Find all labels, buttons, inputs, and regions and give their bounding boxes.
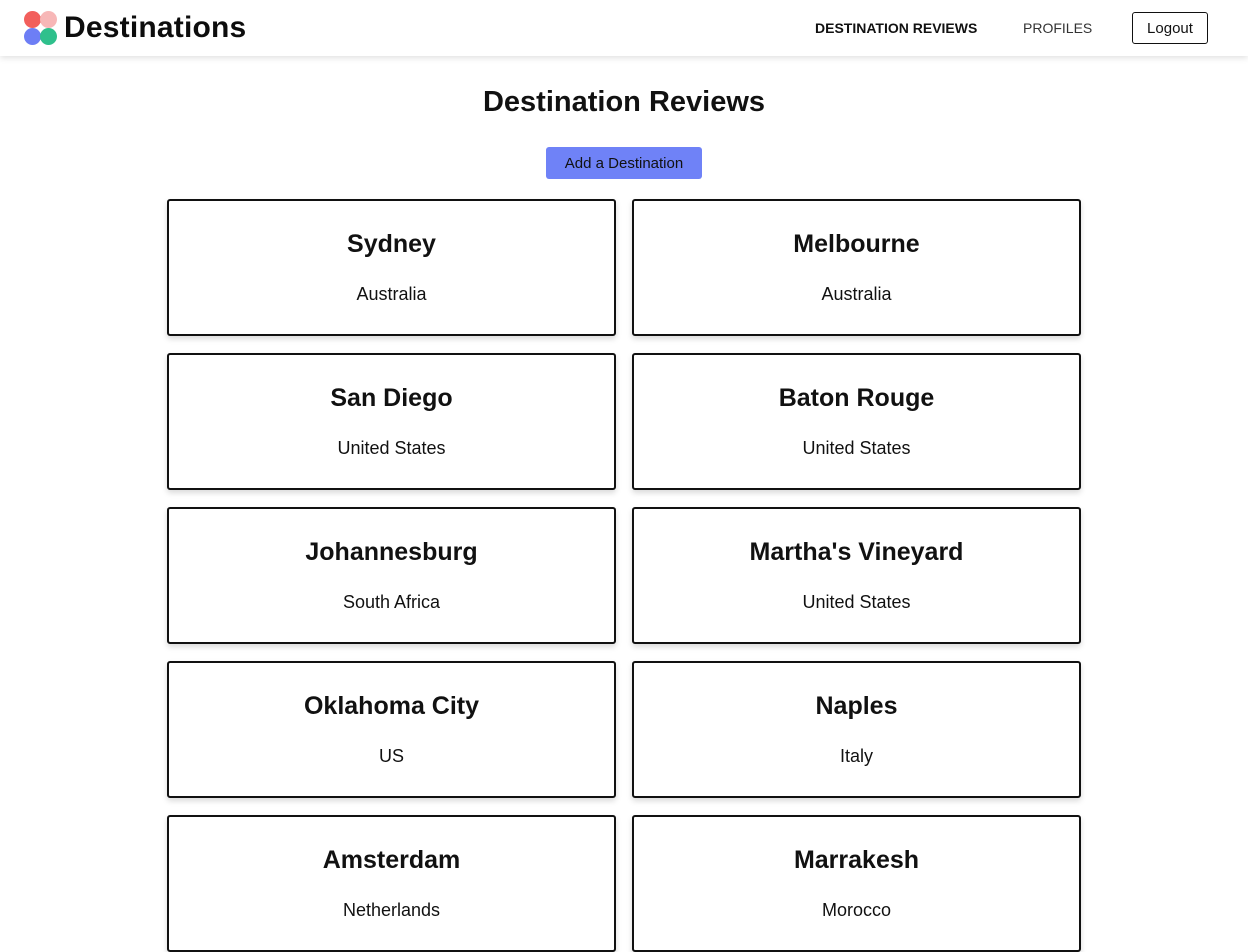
destination-city: Amsterdam bbox=[322, 846, 461, 874]
top-navbar: Destinations DESTINATION REVIEWS PROFILE… bbox=[0, 0, 1248, 56]
logo-dot-pink bbox=[40, 11, 57, 28]
logout-button[interactable]: Logout bbox=[1132, 12, 1208, 44]
logo-dot-red bbox=[24, 11, 41, 28]
destination-country: United States bbox=[802, 592, 911, 612]
destination-country: Australia bbox=[356, 284, 427, 304]
destination-city: Naples bbox=[815, 692, 898, 720]
destination-card[interactable]: Martha's Vineyard United States bbox=[632, 507, 1081, 644]
destination-grid: Sydney Australia Melbourne Australia San… bbox=[167, 199, 1081, 952]
destination-city: Marrakesh bbox=[793, 846, 920, 874]
destination-card[interactable]: Johannesburg South Africa bbox=[167, 507, 616, 644]
destination-city: Sydney bbox=[347, 230, 436, 258]
destination-city: Melbourne bbox=[793, 230, 920, 258]
logo-dot-green bbox=[40, 28, 57, 45]
destination-country: Netherlands bbox=[342, 900, 441, 920]
destination-card[interactable]: Oklahoma City US bbox=[167, 661, 616, 798]
nav-profiles[interactable]: PROFILES bbox=[1023, 19, 1092, 37]
destination-country: Morocco bbox=[821, 900, 892, 920]
destination-card[interactable]: Melbourne Australia bbox=[632, 199, 1081, 336]
destination-country: US bbox=[378, 746, 404, 766]
nav-destination-reviews[interactable]: DESTINATION REVIEWS bbox=[815, 19, 977, 37]
destination-card[interactable]: San Diego United States bbox=[167, 353, 616, 490]
destination-city: San Diego bbox=[330, 384, 453, 412]
destination-card[interactable]: Naples Italy bbox=[632, 661, 1081, 798]
destination-city: Baton Rouge bbox=[778, 384, 935, 412]
logo-dot-blue bbox=[24, 28, 41, 45]
destination-card[interactable]: Sydney Australia bbox=[167, 199, 616, 336]
add-destination-button[interactable]: Add a Destination bbox=[546, 147, 702, 179]
destination-country: United States bbox=[337, 438, 446, 458]
destination-city: Johannesburg bbox=[305, 538, 478, 566]
destination-card[interactable]: Marrakesh Morocco bbox=[632, 815, 1081, 952]
destination-city: Martha's Vineyard bbox=[749, 538, 964, 566]
destination-card[interactable]: Baton Rouge United States bbox=[632, 353, 1081, 490]
destination-country: Italy bbox=[839, 746, 873, 766]
destination-country: Australia bbox=[821, 284, 892, 304]
page-title: Destination Reviews bbox=[482, 86, 766, 118]
destination-city: Oklahoma City bbox=[303, 692, 480, 720]
destination-country: South Africa bbox=[342, 592, 441, 612]
logo-icon bbox=[24, 11, 59, 46]
destination-country: United States bbox=[802, 438, 911, 458]
destination-card[interactable]: Amsterdam Netherlands bbox=[167, 815, 616, 952]
brand-name[interactable]: Destinations bbox=[64, 8, 246, 48]
